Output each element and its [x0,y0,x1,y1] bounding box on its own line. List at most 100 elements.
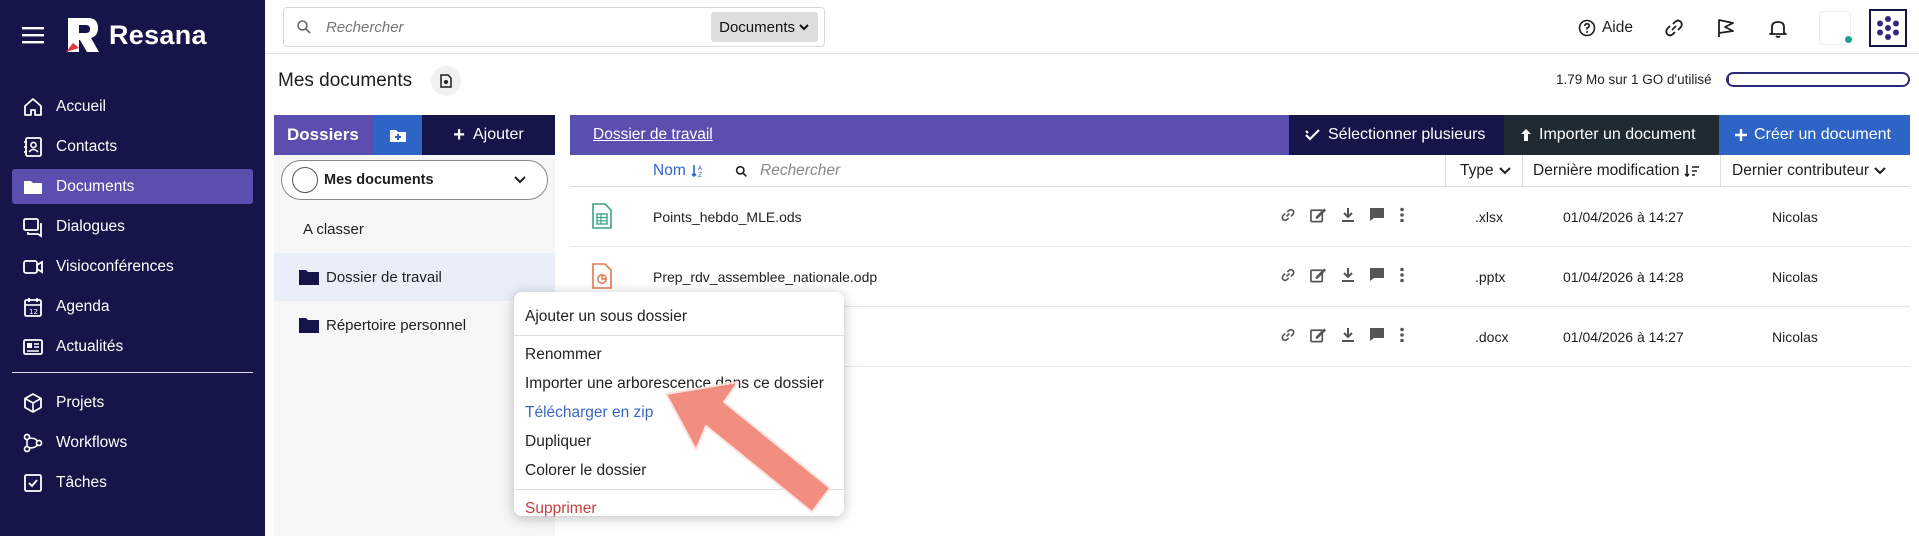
search-scope-select[interactable]: Documents [711,12,818,42]
file-modified: 01/04/2026 à 14:28 [1563,269,1684,285]
menu-item-rename[interactable]: Renommer [514,340,844,369]
menu-item-delete[interactable]: Supprimer [514,494,844,523]
sidebar-nav: Accueil Contacts Documents Dialogues Vis… [12,89,253,505]
comment-icon[interactable] [1369,327,1385,343]
menu-item-add-subfolder[interactable]: Ajouter un sous dossier [514,302,844,331]
folder-plus-icon [390,130,406,142]
search-icon [297,20,311,34]
menu-item-color-folder[interactable]: Colorer le dossier [514,456,844,485]
presentation-icon [592,263,612,289]
tree-item-a-classer[interactable]: A classer [274,205,555,253]
tree-item-label: A classer [303,220,364,238]
news-icon [23,338,43,355]
tree-item-label: Répertoire personnel [326,316,467,334]
avatar[interactable] [1819,11,1853,45]
table-header: Nom AZ Rechercher Type Dernière modifica… [570,155,1910,187]
download-icon[interactable] [1341,327,1355,343]
bell-icon[interactable] [1767,17,1789,39]
logo[interactable]: Resana [62,15,207,55]
import-document-button[interactable]: Importer un document [1504,115,1719,155]
sidebar-item-label: Tâches [56,473,107,491]
sidebar-item-documents[interactable]: Documents [12,169,253,204]
space-select[interactable]: Mes documents [281,160,548,200]
column-modified-label: Dernière modification [1533,162,1680,179]
sidebar-item-projets[interactable]: Projets [12,385,253,420]
sidebar-item-label: Visioconférences [56,257,174,275]
share-space-button[interactable] [431,66,461,96]
menu-item-download-zip[interactable]: Télécharger en zip [514,398,844,427]
global-search: Documents [283,7,825,47]
sidebar-item-contacts[interactable]: Contacts [12,129,253,164]
edit-icon[interactable] [1310,207,1327,223]
file-modified: 01/04/2026 à 14:27 [1563,209,1684,225]
storage-quota-bar [1726,72,1910,87]
column-modified[interactable]: Dernière modification [1522,155,1700,187]
file-type: .docx [1475,329,1509,345]
sidebar-item-dialogues[interactable]: Dialogues [12,209,253,244]
topbar: Documents Aide [265,0,1919,54]
space-label: Mes documents [324,172,434,188]
sidebar-item-visioconferences[interactable]: Visioconférences [12,249,253,284]
sidebar-item-accueil[interactable]: Accueil [12,89,253,124]
sidebar-item-label: Agenda [56,297,110,315]
create-document-button[interactable]: Créer un document [1719,115,1910,155]
column-type[interactable]: Type [1445,155,1511,187]
home-icon [24,97,42,116]
sidebar-item-agenda[interactable]: 12 Agenda [12,289,253,324]
double-check-icon [1305,129,1320,141]
breadcrumb[interactable]: Dossier de travail [570,115,1289,155]
folder-context-menu: Ajouter un sous dossier Renommer Importe… [514,292,844,517]
topbar-actions: Aide [1578,9,1907,47]
add-label: Ajouter [472,126,524,143]
workflow-icon [23,433,43,452]
file-contributor: Nicolas [1772,209,1818,225]
menu-icon[interactable] [20,22,46,48]
download-icon[interactable] [1341,267,1355,283]
help-button[interactable]: Aide [1578,19,1633,37]
select-multiple-button[interactable]: Sélectionner plusieurs [1289,115,1504,155]
search-input[interactable] [326,18,712,36]
folders-header: Dossiers + Ajouter [274,115,555,155]
more-vertical-icon[interactable] [1399,267,1405,283]
app-name: Resana [109,19,207,50]
sidebar-item-actualites[interactable]: Actualités [12,329,253,364]
new-folder-button[interactable] [374,115,422,155]
file-name[interactable]: Prep_rdv_assemblee_nationale.odp [653,269,877,285]
folders-title: Dossiers [274,115,374,155]
tree-item-repertoire-personnel[interactable]: Répertoire personnel [274,301,555,349]
column-search[interactable]: Rechercher [730,155,840,187]
apps-button[interactable] [1869,9,1907,47]
add-button[interactable]: + Ajouter [422,115,555,155]
space-avatar [292,167,318,193]
more-vertical-icon[interactable] [1399,327,1405,343]
edit-icon[interactable] [1310,267,1327,283]
menu-item-import-tree[interactable]: Importer une arborescence dans ce dossie… [514,369,844,398]
folders-panel: Dossiers + Ajouter Mes documents A class… [274,115,555,536]
column-contributor[interactable]: Dernier contributeur [1720,155,1886,187]
edit-icon[interactable] [1310,327,1327,343]
menu-item-duplicate[interactable]: Dupliquer [514,427,844,456]
link-icon[interactable] [1663,17,1685,39]
sidebar-item-taches[interactable]: Tâches [12,465,253,500]
more-vertical-icon[interactable] [1399,207,1405,223]
sidebar-divider [12,372,253,373]
table-row[interactable]: Points_hebdo_MLE.ods .xlsx 01/04/2026 à … [570,187,1910,247]
sidebar-item-workflows[interactable]: Workflows [12,425,253,460]
plus-icon [1735,129,1747,141]
comment-icon[interactable] [1369,207,1385,223]
comment-icon[interactable] [1369,267,1385,283]
link-icon[interactable] [1280,327,1296,343]
video-icon [23,259,43,274]
download-icon[interactable] [1341,207,1355,223]
column-name[interactable]: Nom AZ [653,155,705,187]
flag-icon[interactable] [1715,17,1737,39]
tree-item-dossier-de-travail[interactable]: Dossier de travail [274,253,555,301]
link-icon[interactable] [1280,267,1296,283]
link-icon[interactable] [1280,207,1296,223]
create-document-label: Créer un document [1754,126,1891,143]
chevron-down-icon [514,176,526,184]
sort-az-icon: AZ [691,165,703,178]
cube-icon [24,392,42,413]
chevron-down-icon [1874,167,1886,175]
file-name[interactable]: Points_hebdo_MLE.ods [653,209,802,225]
